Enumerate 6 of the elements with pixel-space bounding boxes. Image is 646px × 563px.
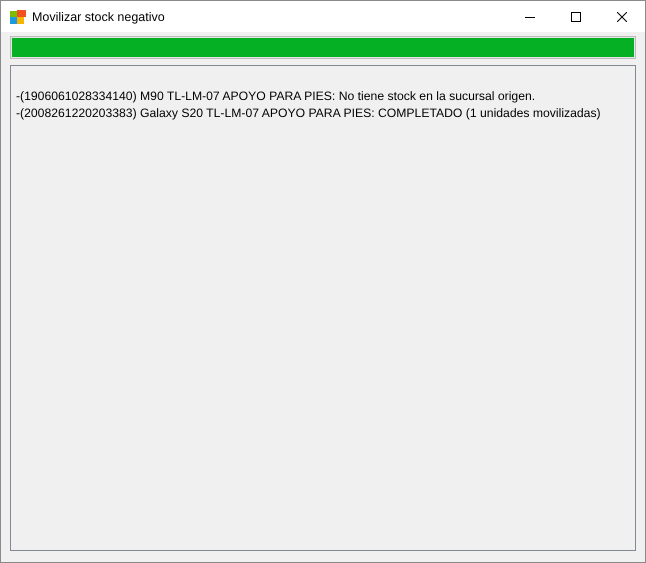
- log-line: -(1906061028334140) M90 TL-LM-07 APOYO PARA PIES: No tiene stock en la sucursal origen.: [16, 88, 536, 105]
- close-icon: [617, 12, 627, 22]
- maximize-icon: [571, 12, 581, 22]
- window-title: Movilizar stock negativo: [32, 10, 166, 24]
- app-icon: [10, 10, 26, 24]
- log-line: -(2008261220203383) Galaxy S20 TL-LM-07 APOYO PARA PIES: COMPLETADO (1 unidades movilizadas): [16, 105, 602, 122]
